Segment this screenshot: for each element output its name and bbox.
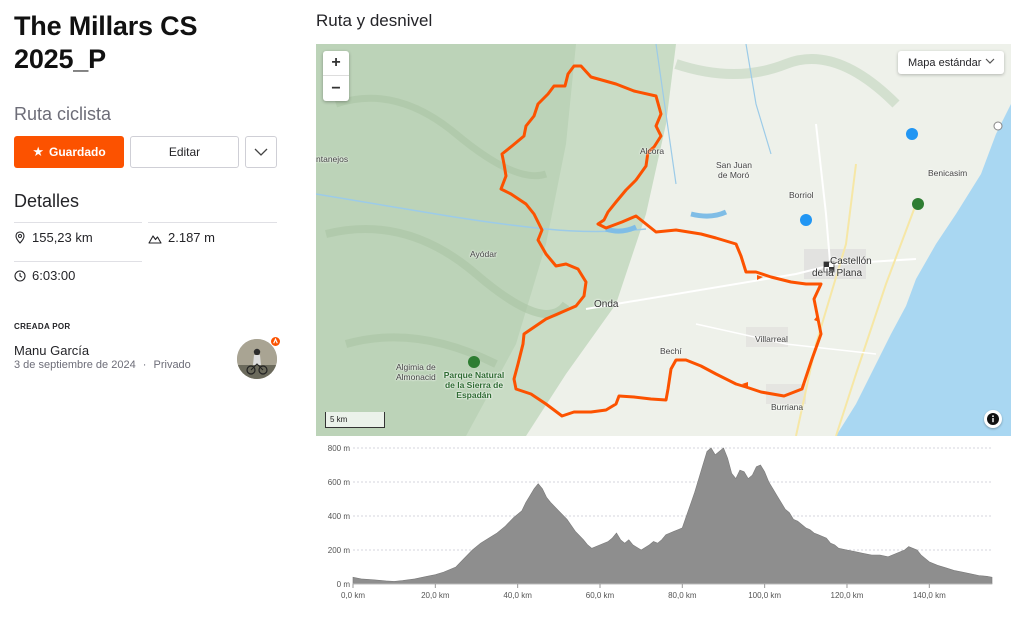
x-tick-label: 140,0 km	[913, 591, 946, 600]
stat-elevation-value: 2.187 m	[168, 230, 215, 245]
map-label-montanejos: ntanejos	[316, 154, 349, 164]
map-label-borriol: Borriol	[789, 190, 814, 200]
map-label-benicasim: Benicasim	[928, 168, 968, 178]
map-label-alcora: Alcora	[640, 146, 665, 156]
map-label-onda: Onda	[594, 299, 619, 310]
author-name[interactable]: Manu García	[14, 343, 89, 358]
saved-button[interactable]: ★ Guardado	[14, 136, 124, 168]
x-tick-label: 40,0 km	[503, 591, 532, 600]
details-heading: Detalles	[14, 191, 80, 211]
map-label-de-la-plana: de la Plana	[812, 268, 863, 279]
elevation-profile-chart[interactable]: 0 m 200 m 400 m 600 m 800 m 0,0 km 20,0 km 40,0…	[316, 440, 1011, 610]
star-icon: ★	[32, 144, 44, 159]
clock-icon	[14, 269, 26, 282]
author-meta: 3 de septiembre de 2024 · Privado	[14, 359, 191, 371]
route-type: Ruta ciclista	[14, 104, 112, 124]
stat-distance-value: 155,23 km	[32, 230, 93, 245]
y-tick-label: 600 m	[328, 478, 351, 487]
x-tick-label: 20,0 km	[421, 591, 450, 600]
y-tick-label: 400 m	[328, 512, 351, 521]
y-tick-label: 200 m	[328, 546, 351, 555]
x-tick-label: 0,0 km	[341, 591, 365, 600]
map-label-burriana: Burriana	[771, 402, 804, 412]
zoom-in-button[interactable]: +	[323, 51, 349, 76]
more-options-button[interactable]	[245, 136, 277, 168]
zoom-out-button[interactable]: −	[323, 76, 349, 101]
x-tick-label: 80,0 km	[668, 591, 697, 600]
meta-separator: ·	[142, 359, 147, 371]
info-icon	[987, 413, 999, 425]
map-label-san-juan: San Juan	[716, 160, 752, 170]
edit-button-label: Editar	[168, 145, 201, 159]
x-tick-label: 100,0 km	[748, 591, 781, 600]
map-label-de-moro: de Moró	[718, 170, 750, 180]
divider	[14, 261, 142, 262]
park-label-line2: de la Sierra de	[444, 380, 504, 390]
map-scale: 5 km	[325, 412, 385, 428]
zoom-controls: + −	[323, 51, 349, 101]
saved-button-label: Guardado	[48, 145, 106, 159]
map-label-algimia: Algimia de	[396, 362, 436, 372]
chevron-down-icon	[985, 58, 995, 64]
map-label-ayodar: Ayódar	[470, 249, 497, 259]
map-label-bechi: Bechí	[660, 346, 682, 356]
y-tick-label: 800 m	[328, 444, 351, 453]
mountain-icon	[148, 234, 162, 244]
y-tick-label: 0 m	[337, 580, 351, 589]
park-label-line1: Parque Natural	[443, 370, 505, 380]
chevron-down-icon	[254, 148, 268, 156]
x-tick-label: 60,0 km	[586, 591, 615, 600]
map-label-villarreal: Villarreal	[755, 334, 788, 344]
location-pin-icon	[15, 231, 25, 244]
map-label-castellon: Castellón	[830, 256, 872, 267]
info-button[interactable]	[984, 410, 1002, 428]
strava-badge-icon	[271, 337, 280, 346]
stat-time: 6:03:00	[14, 268, 75, 283]
route-map[interactable]: + − Mapa estándar 5 km Alcora San Juan d…	[316, 44, 1011, 436]
created-date: 3 de septiembre de 2024	[14, 359, 136, 371]
edit-button[interactable]: Editar	[130, 136, 239, 168]
privacy-label: Privado	[153, 359, 191, 371]
stat-elevation: 2.187 m	[148, 230, 215, 245]
elevation-area	[352, 447, 993, 585]
map-style-select-value: Mapa estándar	[908, 56, 982, 69]
stat-distance: 155,23 km	[14, 230, 93, 245]
section-title: Ruta y desnivel	[316, 11, 433, 30]
route-title: The Millars CS 2025_P	[14, 11, 198, 74]
map-label-almonacid: Almonacid	[396, 372, 436, 382]
created-by-label: CREADA POR	[14, 322, 71, 331]
stat-time-value: 6:03:00	[32, 268, 76, 283]
map-style-select[interactable]: Mapa estándar	[898, 51, 1004, 74]
x-tick-label: 120,0 km	[831, 591, 864, 600]
divider	[148, 222, 277, 223]
divider	[14, 222, 142, 223]
park-label-line3: Espadán	[456, 390, 492, 400]
map-label-park: Parque Natural de la Sierra de Espadán	[438, 370, 510, 400]
